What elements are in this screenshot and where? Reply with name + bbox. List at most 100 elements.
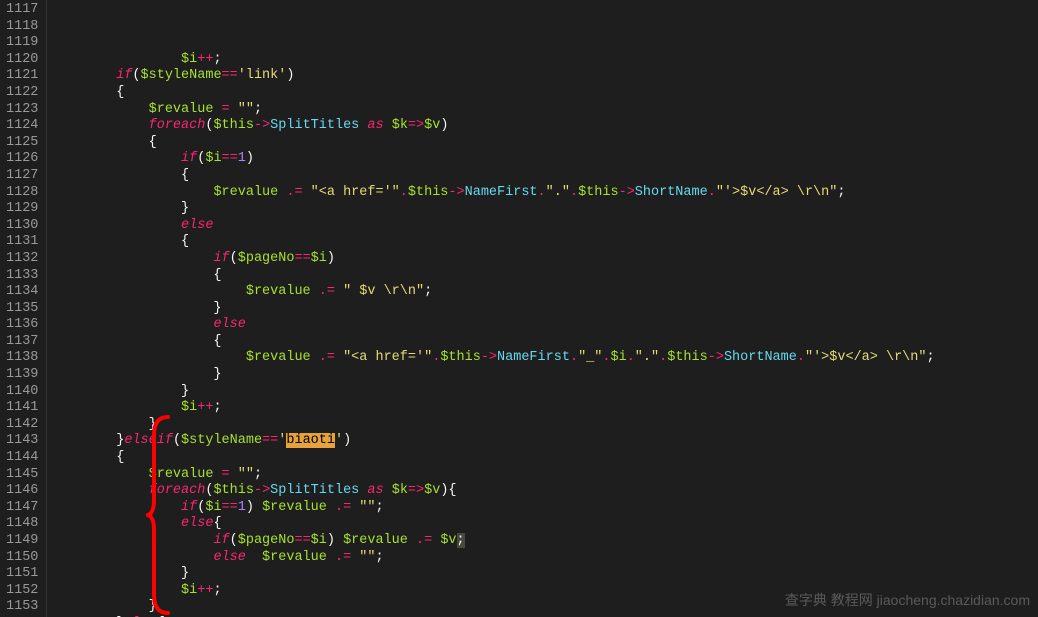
code-editor[interactable]: 1117111811191120112111221123112411251126… (0, 0, 1038, 617)
code-token: ++ (197, 52, 213, 67)
code-line[interactable]: { (51, 85, 1038, 102)
code-token: $i (181, 52, 197, 67)
code-line[interactable]: if($i==1) (51, 151, 1038, 168)
code-token: == (222, 500, 238, 515)
code-token: 1 (238, 151, 246, 166)
code-line[interactable]: foreach($this->SplitTitles as $k=>$v){ (51, 483, 1038, 500)
code-token: "'>$v</a> \r\n" (716, 185, 838, 200)
line-number: 1118 (6, 19, 38, 36)
code-line[interactable]: if($pageNo==$i) $revalue .= $v; (51, 533, 1038, 550)
code-token (230, 467, 238, 482)
code-line[interactable]: $i++; (51, 400, 1038, 417)
code-token (327, 500, 335, 515)
code-token: . (659, 350, 667, 365)
code-line[interactable]: $revalue .= "<a href='".$this->NameFirst… (51, 350, 1038, 367)
code-token: $revalue (246, 350, 311, 365)
code-token (51, 185, 213, 200)
line-number: 1126 (6, 151, 38, 168)
code-token: $i (205, 500, 221, 515)
code-token: .= (335, 500, 351, 515)
code-line[interactable]: } (51, 566, 1038, 583)
code-token: ; (254, 467, 262, 482)
code-token: ++ (197, 583, 213, 598)
code-token: "." (546, 185, 570, 200)
code-line[interactable]: else (51, 218, 1038, 235)
code-line[interactable]: } (51, 367, 1038, 384)
code-token: if (213, 251, 229, 266)
code-line[interactable]: { (51, 450, 1038, 467)
code-line[interactable]: }elseif($styleName=='biaoti') (51, 433, 1038, 450)
line-number: 1150 (6, 550, 38, 567)
code-line[interactable]: else{ (51, 516, 1038, 533)
code-line[interactable]: } (51, 417, 1038, 434)
code-token: ) (327, 251, 335, 266)
code-token: $i (311, 251, 327, 266)
code-token (335, 284, 343, 299)
code-token: .= (319, 284, 335, 299)
code-token: $i (181, 583, 197, 598)
code-token: "" (359, 550, 375, 565)
code-line[interactable]: } (51, 384, 1038, 401)
code-line[interactable]: foreach($this->SplitTitles as $k=>$v) (51, 118, 1038, 135)
line-number: 1149 (6, 533, 38, 550)
code-token: ( (132, 68, 140, 83)
code-token: $k (392, 483, 408, 498)
code-line[interactable]: $revalue = ""; (51, 467, 1038, 484)
code-token: } (51, 201, 189, 216)
code-token: => (408, 483, 424, 498)
code-token (327, 550, 335, 565)
code-token: ++ (197, 400, 213, 415)
line-number: 1124 (6, 118, 38, 135)
code-line[interactable]: { (51, 168, 1038, 185)
code-token: $v (424, 483, 440, 498)
code-token: $revalue (246, 284, 311, 299)
code-line[interactable]: else $revalue .= ""; (51, 550, 1038, 567)
code-line[interactable]: } (51, 599, 1038, 616)
line-number: 1145 (6, 467, 38, 484)
code-token: .= (335, 550, 351, 565)
line-number: 1136 (6, 317, 38, 334)
code-token: ( (173, 433, 181, 448)
line-number: 1133 (6, 268, 38, 285)
code-line[interactable]: if($pageNo==$i) (51, 251, 1038, 268)
code-token: { (51, 450, 124, 465)
code-token: ; (376, 500, 384, 515)
code-line[interactable]: } (51, 201, 1038, 218)
code-line[interactable]: } (51, 301, 1038, 318)
code-line[interactable]: if($i==1) $revalue .= ""; (51, 500, 1038, 517)
code-token (51, 350, 245, 365)
code-line[interactable]: { (51, 334, 1038, 351)
code-token (311, 350, 319, 365)
code-token: == (294, 533, 310, 548)
code-token: "" (238, 102, 254, 117)
line-number: 1123 (6, 102, 38, 119)
code-line[interactable]: $revalue = ""; (51, 102, 1038, 119)
code-token: as (367, 118, 383, 133)
code-token: -> (481, 350, 497, 365)
code-line[interactable]: $i++; (51, 583, 1038, 600)
code-token: "<a href='" (311, 185, 400, 200)
code-token: . (538, 185, 546, 200)
code-token: "." (635, 350, 659, 365)
code-line[interactable]: { (51, 234, 1038, 251)
code-token: = (222, 467, 230, 482)
code-content-area[interactable]: $i++; if($styleName=='link') { $revalue … (47, 0, 1038, 617)
code-token (51, 102, 148, 117)
code-token: $this (440, 350, 481, 365)
line-number: 1147 (6, 500, 38, 517)
code-token: foreach (149, 118, 206, 133)
code-token: } (51, 417, 156, 432)
code-token: -> (448, 185, 464, 200)
code-token: ( (230, 251, 238, 266)
code-line[interactable]: { (51, 268, 1038, 285)
code-line[interactable]: $i++; (51, 52, 1038, 69)
code-line[interactable]: else (51, 317, 1038, 334)
line-number: 1117 (6, 2, 38, 19)
code-token: $revalue (149, 102, 214, 117)
code-token: ; (375, 550, 383, 565)
code-line[interactable]: if($styleName=='link') (51, 68, 1038, 85)
code-line[interactable]: $revalue .= " $v \r\n"; (51, 284, 1038, 301)
code-line[interactable]: $revalue .= "<a href='".$this->NameFirst… (51, 185, 1038, 202)
code-line[interactable]: { (51, 135, 1038, 152)
code-token: 1 (238, 500, 246, 515)
